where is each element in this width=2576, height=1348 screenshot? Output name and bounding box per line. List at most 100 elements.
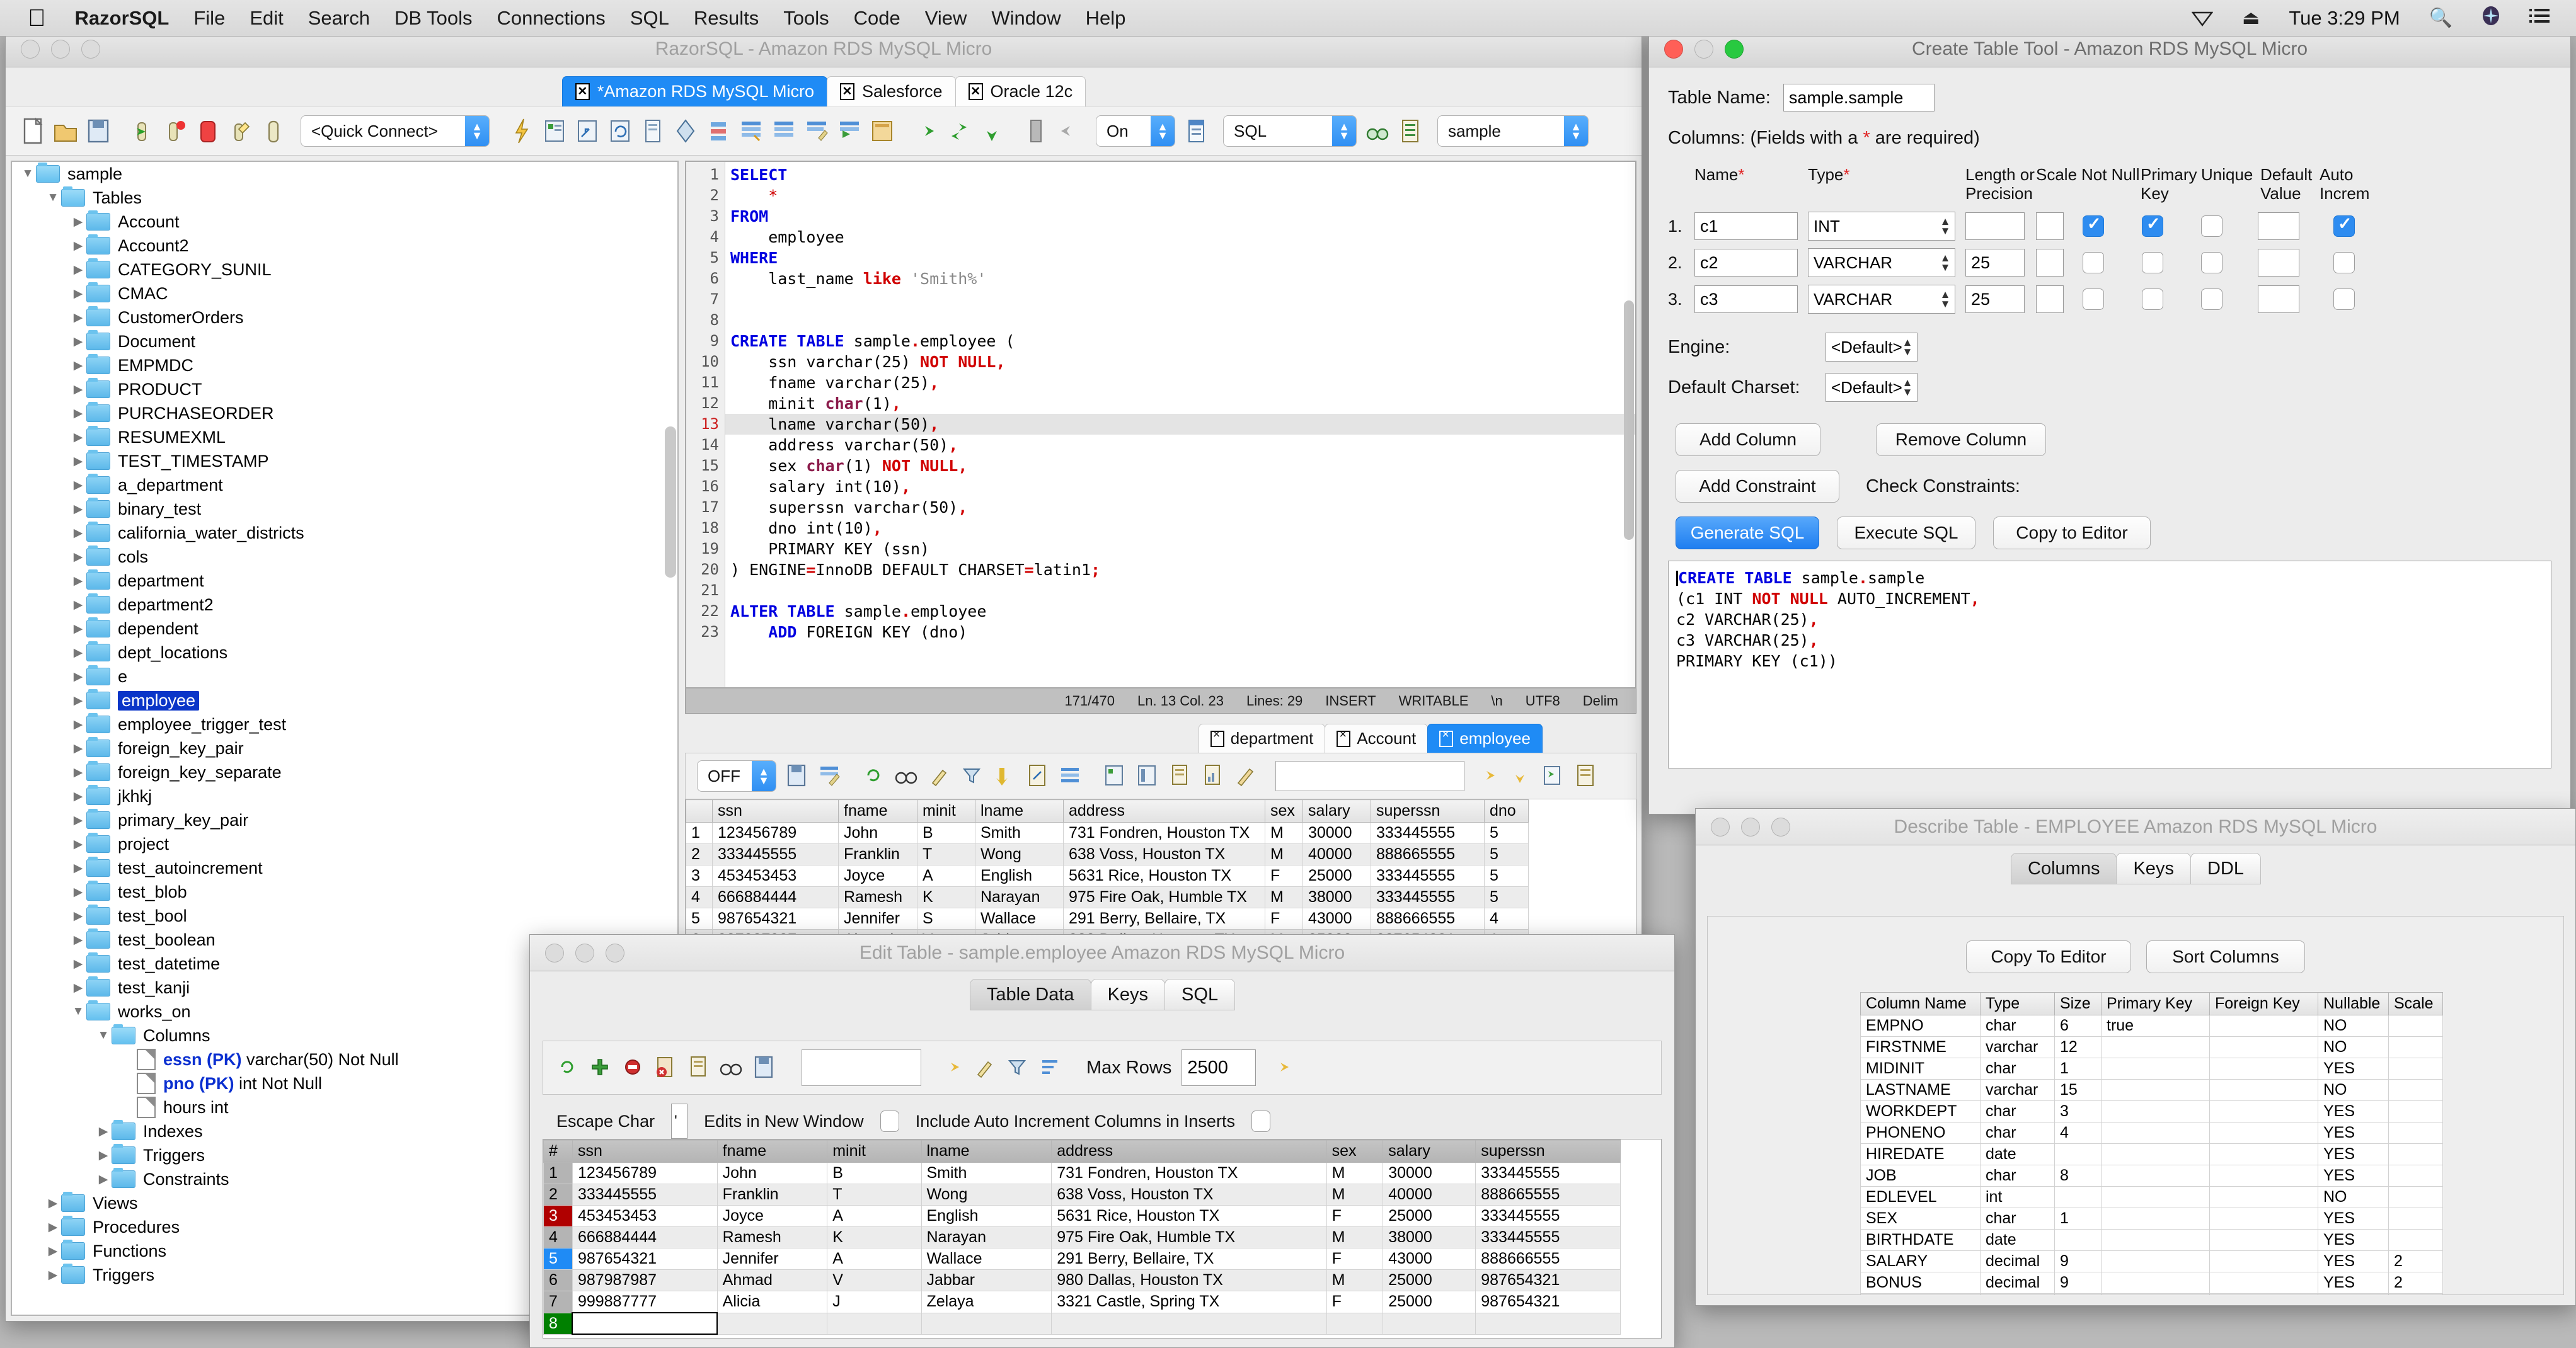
table-cell[interactable] [2388, 1100, 2443, 1122]
list-view-icon[interactable] [705, 117, 732, 146]
table-cell[interactable]: 980 Dallas, Houston TX [1051, 1269, 1327, 1291]
table-cell[interactable] [2101, 1272, 2210, 1294]
add-row-icon[interactable] [587, 1053, 614, 1082]
code-line[interactable]: ssn varchar(25) NOT NULL, [725, 351, 1635, 372]
table-cell[interactable]: 666884444 [572, 1226, 718, 1248]
table-row[interactable]: SALARY decimal 9 YES 2 [1860, 1250, 2443, 1272]
next-arrow-icon[interactable] [913, 117, 940, 146]
table-cell[interactable]: 333445555 [1475, 1205, 1621, 1227]
menu-item-connections[interactable]: Connections [497, 7, 605, 30]
table-cell[interactable]: Ramesh [838, 886, 917, 908]
code-line[interactable]: ALTER TABLE sample.employee [725, 601, 1635, 622]
maximize-button[interactable] [606, 943, 624, 962]
copy-to-editor-button[interactable]: Copy to Editor [1993, 517, 2151, 549]
column-length-input[interactable]: 25 [1965, 285, 2025, 313]
table-cell[interactable]: PHONENO [1860, 1122, 1981, 1144]
execute-script-icon[interactable] [541, 117, 568, 146]
table-cell[interactable]: M [1326, 1162, 1384, 1184]
table-cell[interactable]: YES [2318, 1293, 2389, 1294]
row-number[interactable]: 4 [686, 886, 713, 908]
wifi-icon[interactable] [2191, 10, 2213, 26]
table-cell[interactable] [2388, 1058, 2443, 1080]
table-cell[interactable]: 5631 Rice, Houston TX [1051, 1205, 1327, 1227]
table-cell[interactable] [2101, 1100, 2210, 1122]
table-cell[interactable]: 975 Fire Oak, Humble TX [1063, 886, 1265, 908]
table-cell[interactable] [2101, 1143, 2210, 1165]
default-value-input[interactable] [2258, 285, 2299, 313]
code-line[interactable]: ) ENGINE=InnoDB DEFAULT CHARSET=latin1; [725, 559, 1635, 580]
tree-item[interactable]: ▶ employee_trigger_test [12, 712, 677, 736]
maximize-button[interactable] [81, 39, 100, 59]
table-cell[interactable]: 2 [2388, 1293, 2443, 1294]
column-length-input[interactable] [1965, 212, 2025, 240]
unique-checkbox[interactable] [2201, 252, 2222, 273]
tab-keys[interactable]: Keys [1090, 979, 1166, 1010]
highlight-icon[interactable] [1233, 762, 1259, 791]
chevron-right-icon[interactable]: ▶ [95, 1148, 112, 1163]
edits-in-new-window-checkbox[interactable] [880, 1111, 899, 1132]
row-number[interactable]: 4 [543, 1226, 573, 1248]
tree-item[interactable]: ▶ e [12, 665, 677, 688]
table-row[interactable]: EDLEVEL int NO [1860, 1186, 2443, 1208]
table-cell[interactable]: 888665555 [1475, 1184, 1621, 1206]
table-cell[interactable]: Narayan [975, 886, 1064, 908]
table-cell[interactable]: WORKDEPT [1860, 1100, 1981, 1122]
table-cell[interactable]: 731 Fondren, Houston TX [1063, 822, 1265, 844]
tree-item[interactable]: ▶ california_water_districts [12, 521, 677, 545]
chevron-right-icon[interactable]: ▶ [70, 263, 86, 277]
code-line[interactable]: salary int(10), [725, 476, 1635, 497]
code-line[interactable]: sex char(1) NOT NULL, [725, 455, 1635, 476]
table-cell[interactable] [1383, 1312, 1476, 1335]
table-cell[interactable]: char [1980, 1208, 2055, 1230]
column-header[interactable]: address [1063, 799, 1265, 823]
chevron-down-icon[interactable]: ▼ [20, 167, 36, 181]
table-cell[interactable]: char [1980, 1100, 2055, 1122]
menu-item-tools[interactable]: Tools [783, 7, 829, 30]
table-cell[interactable] [2101, 1186, 2210, 1208]
table-cell[interactable]: MIDINIT [1860, 1058, 1981, 1080]
table-cell[interactable]: char [1980, 1165, 2055, 1187]
tree-item[interactable]: ▶ CustomerOrders [12, 306, 677, 329]
add-column-button[interactable]: Add Column [1676, 423, 1820, 456]
table-cell[interactable]: YES [2318, 1058, 2389, 1080]
table-cell[interactable]: 888666555 [1371, 908, 1485, 930]
table-cell[interactable]: 123456789 [572, 1162, 718, 1184]
table-cell[interactable]: 333445555 [1371, 886, 1485, 908]
code-line[interactable]: employee [725, 227, 1635, 248]
table-cell[interactable]: 333445555 [1475, 1162, 1621, 1184]
table-cell[interactable]: Zelaya [921, 1291, 1052, 1313]
tree-item[interactable]: ▶ employee [12, 688, 677, 712]
table-row[interactable]: 8 [543, 1312, 1621, 1335]
editor-scrollbar[interactable] [1624, 300, 1634, 540]
table-cell[interactable]: 40000 [1302, 843, 1371, 865]
table-cell[interactable]: 4 [2054, 1122, 2102, 1144]
table-cell[interactable]: 8 [2054, 1165, 2102, 1187]
table-row[interactable]: 4 666884444 Ramesh K Narayan 975 Fire Oak, Hu… [686, 886, 1529, 908]
table-delete-icon[interactable] [836, 117, 863, 146]
describe-table-titlebar[interactable]: Describe Table - EMPLOYEE Amazon RDS MyS… [1696, 809, 2575, 845]
table-cell[interactable]: Franklin [716, 1184, 828, 1206]
table-cell[interactable] [2101, 1250, 2210, 1272]
table-cell[interactable]: 987654321 [1475, 1291, 1621, 1313]
table-cell[interactable]: true [2101, 1015, 2210, 1037]
table-export-icon[interactable] [869, 117, 895, 146]
chevron-right-icon[interactable]: ▶ [70, 574, 86, 588]
table-cell[interactable]: M [1326, 1184, 1384, 1206]
tree-item[interactable]: ▶ foreign_key_pair [12, 736, 677, 760]
table-cell[interactable] [827, 1312, 922, 1335]
chevron-right-icon[interactable]: ▶ [45, 1196, 61, 1211]
copy-to-editor-button[interactable]: Copy To Editor [1966, 940, 2131, 973]
code-line[interactable]: minit char(1), [725, 393, 1635, 414]
code-line[interactable]: dno int(10), [725, 518, 1635, 539]
code-line[interactable]: SELECT [725, 164, 1635, 185]
table-cell[interactable]: YES [2318, 1250, 2389, 1272]
row-number[interactable]: 2 [686, 843, 713, 865]
table-cell[interactable]: BONUS [1860, 1272, 1981, 1294]
table-cell[interactable]: BIRTHDATE [1860, 1229, 1981, 1251]
chevron-right-icon[interactable]: ▶ [70, 933, 86, 947]
column-scale-input[interactable] [2036, 285, 2064, 313]
table-cell[interactable]: HIREDATE [1860, 1143, 1981, 1165]
menu-item-edit[interactable]: Edit [250, 7, 283, 30]
table-cell[interactable] [2388, 1122, 2443, 1144]
column-header[interactable]: sex [1326, 1140, 1384, 1163]
